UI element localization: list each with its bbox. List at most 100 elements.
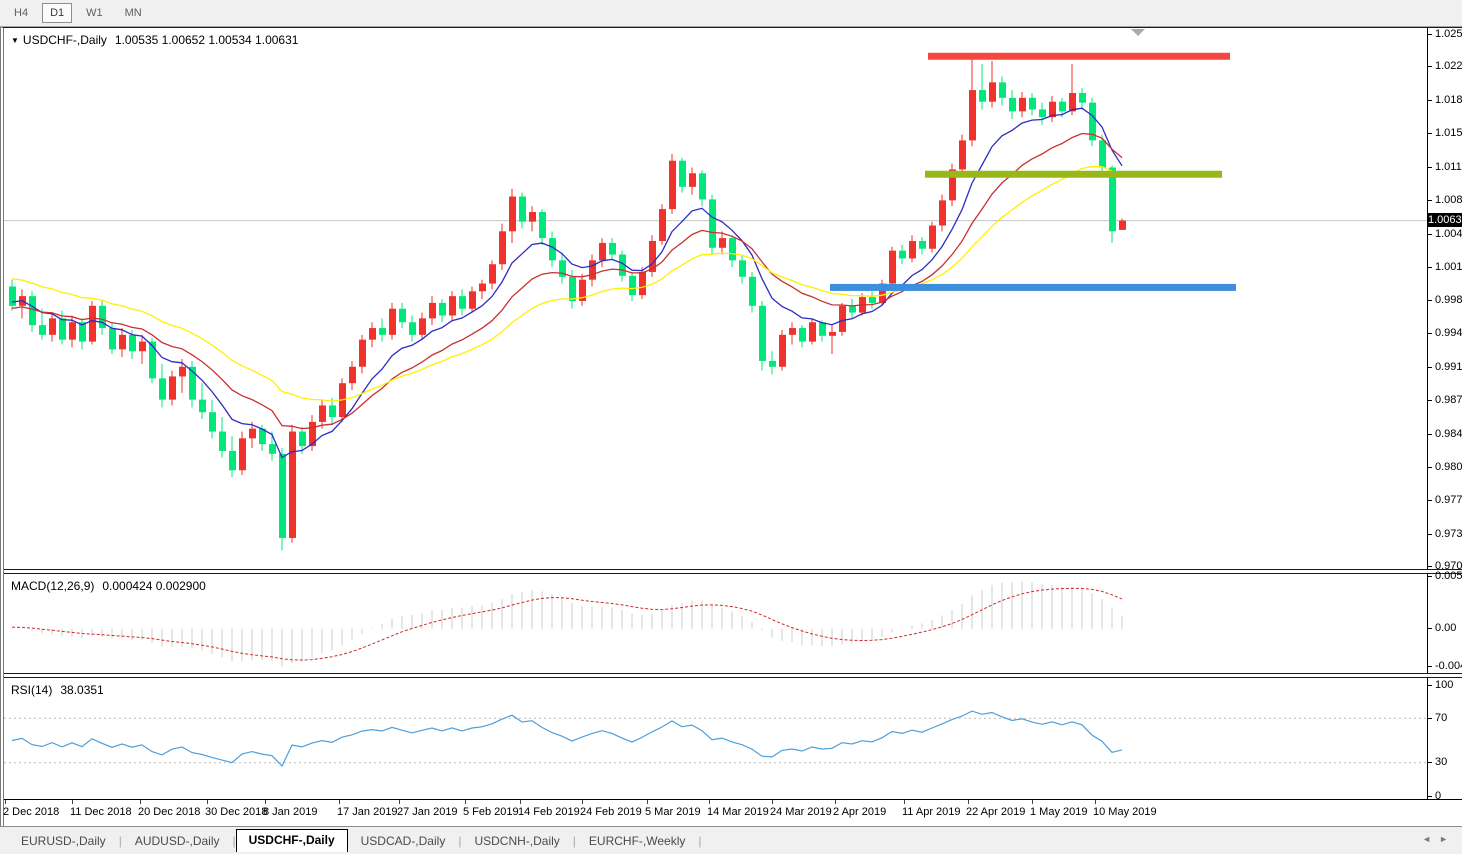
date-tick [647,800,648,804]
rsi-axis: 100 70 30 0 [1427,678,1462,802]
axis-tick-label: 30 [1435,756,1448,768]
macd-plot[interactable]: MACD(12,26,9) 0.000424 0.002900 [4,574,1427,673]
main-chart-plot[interactable]: ▼ USDCHF-,Daily 1.00535 1.00652 1.00534 1.… [4,28,1427,569]
date-tick [339,800,340,804]
axis-tick [1428,66,1432,67]
axis-tick-label: 1.01180 [1435,161,1462,173]
axis-tick [1428,333,1432,334]
axis-tick-label: -0.00424 [1435,660,1462,672]
chart-tab-usdchf[interactable]: USDCHF-,Daily [235,829,348,852]
rsi-values: 38.0351 [60,683,104,697]
axis-tick [1428,628,1432,629]
axis-tick [1428,685,1432,686]
axis-tick [1428,100,1432,101]
chart-tab-bar: EURUSD-,Daily | AUDUSD-,Daily | USDCHF-,Dail… [0,826,1462,852]
axis-tick-label: 0.99800 [1435,294,1462,306]
price-panel: ▼ USDCHF-,Daily 1.00535 1.00652 1.00534 1.… [4,28,1462,572]
date-tick-label: 24 Mar 2019 [770,806,832,818]
macd-panel: MACD(12,26,9) 0.000424 0.002900 0.005970.… [4,570,1462,673]
chart-tab-eurchf[interactable]: EURCHF-,Weekly [576,830,698,852]
chart-tab-usdcnh[interactable]: USDCNH-,Daily [461,830,572,852]
date-tick-label: 1 May 2019 [1030,806,1088,818]
symbol-dropdown-icon: ▼ [11,36,19,45]
chart-window: ▼ USDCHF-,Daily 1.00535 1.00652 1.00534 1.… [0,27,1462,826]
axis-tick-label: 1.01530 [1435,127,1462,139]
date-tick [72,800,73,804]
axis-tick [1428,796,1432,797]
axis-tick [1428,200,1432,201]
axis-tick [1428,400,1432,401]
date-tick [5,800,6,804]
date-tick [1095,800,1096,804]
date-tick [520,800,521,804]
date-tick-label: 14 Feb 2019 [518,806,580,818]
date-tick [399,800,400,804]
axis-tick-label: 0.00597 [1435,570,1462,582]
axis-tick [1428,234,1432,235]
axis-tick [1428,534,1432,535]
tab-scroll-left-icon[interactable]: ◄ [1422,834,1439,844]
axis-tick-label: 0.98080 [1435,461,1462,473]
macd-values: 0.000424 0.002900 [102,579,206,593]
candlestick-canvas [4,52,1427,551]
axis-tick [1428,300,1432,301]
date-tick [582,800,583,804]
date-tick [835,800,836,804]
chart-tab-usdcad[interactable]: USDCAD-,Daily [348,830,459,852]
date-tick-label: 5 Mar 2019 [645,806,701,818]
macd-canvas [11,581,1123,667]
date-tick [1032,800,1033,804]
axis-tick-label: 1.00490 [1435,228,1462,240]
axis-tick-label: 100 [1435,679,1454,691]
chart-tab-eurusd[interactable]: EURUSD-,Daily [8,830,119,852]
axis-tick-label: 70 [1435,712,1448,724]
tab-scroll-arrows[interactable]: ◄► [1422,834,1456,844]
axis-tick [1428,267,1432,268]
date-tick-label: 24 Feb 2019 [580,806,642,818]
axis-tick [1428,718,1432,719]
timeframe-toolbar: H4 D1 W1 MN [0,0,1462,27]
axis-tick-label: 0.99110 [1435,361,1462,373]
date-tick-label: 30 Dec 2018 [205,806,268,818]
date-tick [140,800,141,804]
date-tick [968,800,969,804]
date-tick-label: 11 Apr 2019 [902,806,961,818]
date-tick [265,800,266,804]
axis-tick [1428,576,1432,577]
rsi-canvas [4,710,1427,768]
rsi-label: RSI(14) 38.0351 [11,683,104,697]
current-price-badge: 1.00631 [1428,213,1462,227]
date-tick [207,800,208,804]
axis-tick-label: 1.01870 [1435,94,1462,106]
date-tick-label: 20 Dec 2018 [138,806,201,818]
date-tick-label: 2 Apr 2019 [833,806,887,818]
price-axis: 1.02560 1.02220 1.01870 1.01530 1.01180 1.008… [1427,28,1462,572]
macd-axis: 0.00597 0.00 -0.00424 [1427,570,1462,673]
axis-tick-label: 0.98770 [1435,394,1462,406]
date-tick [772,800,773,804]
date-tick [904,800,905,804]
timeframe-button-w1[interactable]: W1 [78,3,111,23]
date-tick-label: 11 Dec 2018 [70,806,132,818]
axis-tick-label: 1.00150 [1435,261,1462,273]
date-tick-label: 22 Apr 2019 [966,806,1026,818]
date-tick [709,800,710,804]
date-tick-label: 8 Jan 2019 [263,806,318,818]
rsi-name: RSI(14) [11,683,53,697]
date-tick-label: 27 Jan 2019 [397,806,458,818]
axis-tick [1428,467,1432,468]
date-tick-label: 17 Jan 2019 [337,806,398,818]
chart-tab-audusd[interactable]: AUDUSD-,Daily [122,830,233,852]
date-tick-label: 2 Dec 2018 [3,806,60,818]
timeframe-button-h4[interactable]: H4 [6,3,36,23]
tab-scroll-right-icon[interactable]: ► [1439,834,1456,844]
rsi-plot[interactable]: RSI(14) 38.0351 [4,678,1427,799]
axis-tick-label: 1.02220 [1435,60,1462,72]
chart-shift-marker-icon[interactable] [1131,29,1145,36]
chart-title: ▼ USDCHF-,Daily 1.00535 1.00652 1.00534 1.… [11,33,298,47]
axis-tick-label: 0.98420 [1435,428,1462,440]
date-tick-label: 5 Feb 2019 [463,806,519,818]
macd-name: MACD(12,26,9) [11,579,95,593]
timeframe-button-d1[interactable]: D1 [42,3,73,23]
timeframe-button-mn[interactable]: MN [117,3,150,23]
